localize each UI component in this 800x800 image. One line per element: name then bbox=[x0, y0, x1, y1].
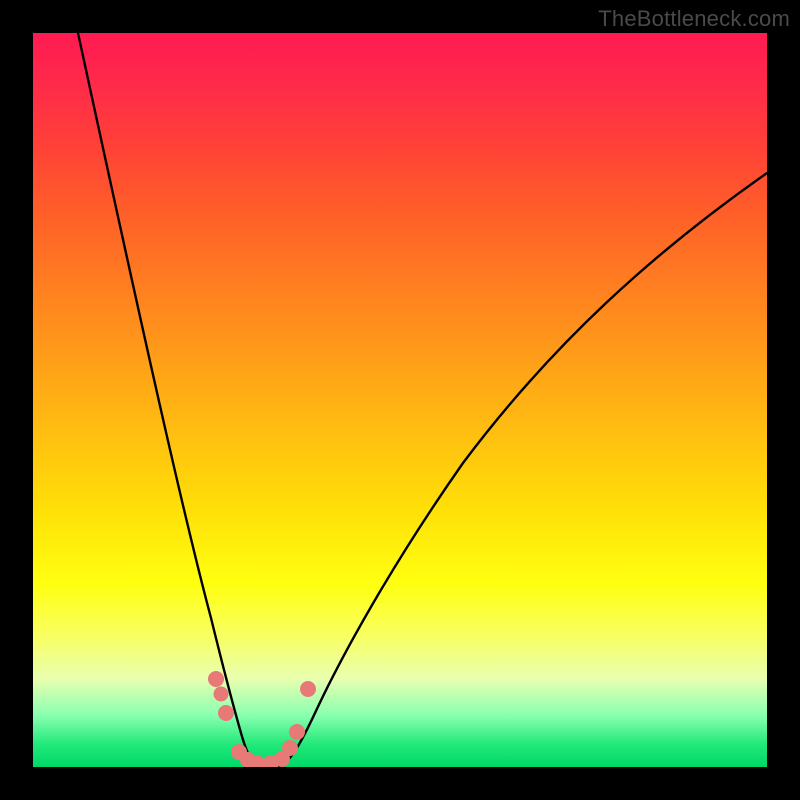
bottleneck-right-curve bbox=[281, 173, 767, 766]
marker-dot bbox=[300, 681, 316, 697]
marker-dot bbox=[289, 724, 305, 740]
marker-group bbox=[208, 671, 316, 767]
bottleneck-left-curve bbox=[78, 33, 257, 766]
marker-dot bbox=[214, 687, 229, 702]
marker-dot bbox=[208, 671, 224, 687]
curve-layer bbox=[33, 33, 767, 767]
chart-frame: TheBottleneck.com bbox=[0, 0, 800, 800]
watermark-text: TheBottleneck.com bbox=[598, 6, 790, 32]
marker-dot bbox=[282, 740, 298, 756]
plot-area bbox=[33, 33, 767, 767]
marker-dot bbox=[218, 705, 234, 721]
